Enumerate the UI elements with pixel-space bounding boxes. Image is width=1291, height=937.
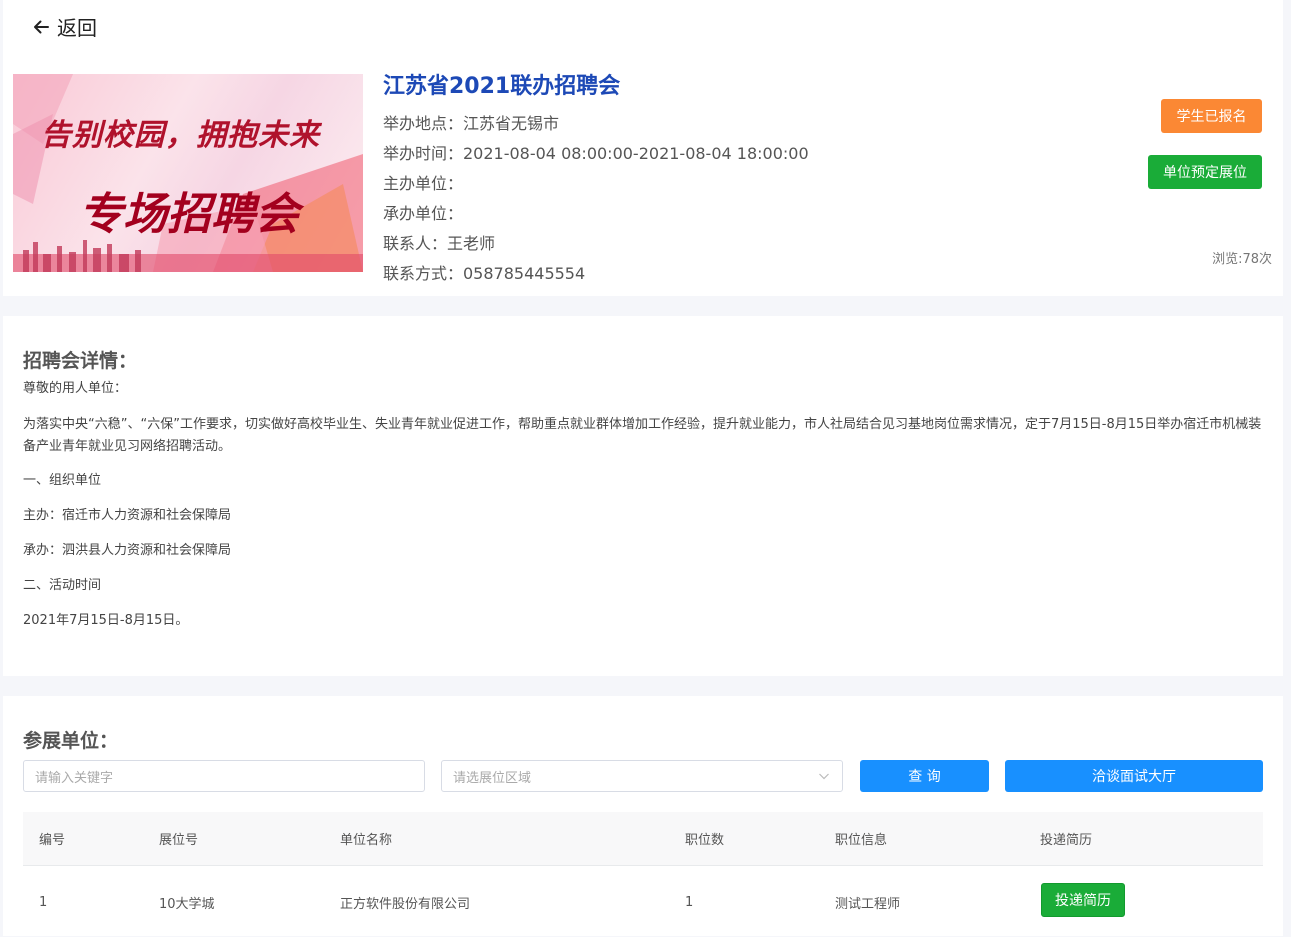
back-button[interactable]: 返回 <box>31 12 97 41</box>
fair-time: 举办时间：2021-08-04 08:00:00-2021-08-04 18:0… <box>383 144 809 163</box>
keyword-placeholder: 请输入关键字 <box>35 770 114 786</box>
row-booth: 10大学城 <box>159 896 215 912</box>
col-unit-name: 单位名称 <box>340 833 393 848</box>
detail-greeting: 尊敬的用人单位： <box>23 381 128 396</box>
keyword-search-input[interactable]: 请输入关键字 <box>23 760 425 792</box>
col-booth: 展位号 <box>159 833 199 848</box>
interview-hall-button[interactable]: 洽谈面试大厅 <box>1005 760 1263 792</box>
col-no: 编号 <box>39 833 66 848</box>
unit-reserve-booth-button[interactable]: 单位预定展位 <box>1148 155 1262 189</box>
detail-body: 为落实中央“六稳”、“六保”工作要求，切实做好高校毕业生、失业青年就业促进工作，… <box>23 417 1262 454</box>
chevron-down-icon <box>819 773 829 780</box>
detail-host: 主办：宿迁市人力资源和社会保障局 <box>23 508 232 523</box>
back-label: 返回 <box>57 16 97 40</box>
exhibitors-card: 参展单位： 请输入关键字 请选展位区域 查 询 洽谈面试大厅 编号 展位号 单位… <box>3 696 1283 936</box>
table-header: 编号 展位号 单位名称 职位数 职位信息 投递简历 <box>23 812 1263 866</box>
detail-organizer: 承办：泗洪县人力资源和社会保障局 <box>23 543 232 558</box>
student-registered-button[interactable]: 学生已报名 <box>1161 99 1262 133</box>
fair-location: 举办地点：江苏省无锡市 <box>383 114 560 133</box>
exhibitors-heading: 参展单位： <box>23 730 119 752</box>
submit-resume-button[interactable]: 投递简历 <box>1041 883 1125 917</box>
arrow-left-icon <box>34 20 49 33</box>
col-job-count: 职位数 <box>685 833 725 848</box>
fair-host: 主办单位： <box>383 174 464 193</box>
area-placeholder: 请选展位区域 <box>453 770 532 786</box>
query-button[interactable]: 查 询 <box>860 760 989 792</box>
row-unit-name: 正方软件股份有限公司 <box>340 896 471 912</box>
fair-organizer: 承办单位： <box>383 204 464 223</box>
detail-section-time: 二、活动时间 <box>23 578 102 593</box>
table-row: 1 10大学城 正方软件股份有限公司 1 测试工程师 投递简历 <box>23 867 1263 937</box>
detail-date: 2021年7月15日-8月15日。 <box>23 613 189 628</box>
fair-title: 江苏省2021联办招聘会 <box>383 74 621 99</box>
row-job-info: 测试工程师 <box>835 896 901 912</box>
banner-headline: 专场招聘会 <box>79 189 299 240</box>
detail-heading: 招聘会详情： <box>23 350 138 372</box>
detail-section-org: 一、组织单位 <box>23 473 102 488</box>
fair-banner-image: 告别校园，拥抱未来 专场招聘会 <box>13 74 363 272</box>
booth-area-select[interactable]: 请选展位区域 <box>441 760 843 792</box>
banner-slogan: 告别校园，拥抱未来 <box>41 118 320 153</box>
row-no: 1 <box>39 894 48 910</box>
fair-phone: 联系方式：058785445554 <box>383 264 586 283</box>
fair-contact: 联系人：王老师 <box>383 234 496 253</box>
row-job-count: 1 <box>685 894 694 910</box>
view-count: 浏览:78次 <box>1212 252 1272 267</box>
col-resume: 投递简历 <box>1040 833 1093 848</box>
fair-detail-card: 招聘会详情： 尊敬的用人单位： 为落实中央“六稳”、“六保”工作要求，切实做好高… <box>3 316 1283 676</box>
fair-header-card: 返回 告别校园，拥抱未来 专场招聘会 江苏省2021联办招聘会 举办地点：江苏省… <box>3 0 1283 296</box>
col-job-info: 职位信息 <box>835 833 888 848</box>
